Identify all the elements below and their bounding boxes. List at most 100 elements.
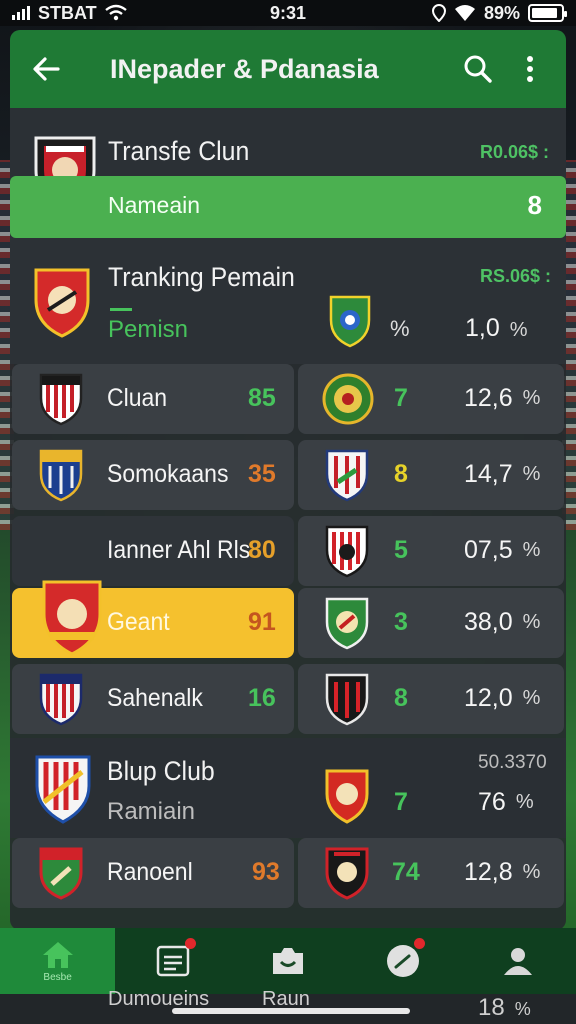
battery-percent: 89% [483, 2, 520, 23]
search-icon [464, 55, 492, 83]
club-crest-icon [34, 268, 90, 338]
club-crest-icon [39, 847, 83, 900]
table-row[interactable]: 8 12,0% [298, 664, 564, 734]
nav-camera[interactable] [230, 928, 345, 994]
search-button[interactable] [460, 51, 496, 87]
table-row[interactable]: 8 14,7% [298, 440, 564, 510]
club-name: Cluan [107, 384, 168, 412]
user-icon [504, 948, 533, 975]
pct-unit: % [522, 387, 541, 409]
club-pct: 14,7% [464, 460, 540, 489]
club-pct: 07,5% [464, 536, 540, 565]
table-row[interactable]: 5 07,5% [298, 516, 564, 586]
table-row[interactable]: 7 12,6% [298, 364, 564, 434]
ranking-section: Tranking Pemain RS.06$ : Pemisn % 1,0% [10, 238, 566, 364]
club-pct: 38,0% [464, 608, 540, 637]
club-crest-icon [325, 847, 369, 900]
back-arrow-icon [33, 57, 60, 81]
nav-stats[interactable] [346, 928, 461, 994]
club-crest-icon [39, 373, 83, 426]
ranking-title: Tranking Pemain [108, 262, 295, 292]
nav-news[interactable] [115, 928, 230, 994]
ranking-pct-value: 1,0 [465, 314, 500, 342]
more-vertical-icon [527, 56, 533, 82]
club-count: 91 [248, 608, 276, 636]
blup-pct-value: 76 [478, 788, 506, 816]
club-count: 16 [248, 684, 276, 712]
page-title: INepader & Pdanasia [110, 53, 379, 84]
gauge-icon [387, 945, 420, 977]
club-pct-value: 12,6 [464, 384, 513, 412]
home-icon [42, 941, 73, 968]
transfer-sub-label: Nameain [108, 192, 201, 218]
club-pct: 12,8% [464, 858, 540, 887]
carrier-label: STBAT [38, 2, 97, 23]
club-crest-icon [42, 580, 102, 656]
club-crest-icon [329, 295, 371, 348]
club-count: 85 [248, 384, 276, 412]
table-row[interactable]: Ianner Ahl Rls 80 [12, 516, 294, 586]
newspaper-icon [156, 945, 190, 977]
club-pct-value: 12,0 [464, 684, 513, 712]
table-row[interactable]: Sahenalk 16 [12, 664, 294, 734]
club-crest-icon [39, 449, 83, 502]
club-name: Ranoenl [107, 858, 193, 886]
blup-club-section[interactable]: Blup Club Ramiain 50.3370 7 76% [10, 738, 566, 838]
ranking-value: RS.06$ : [480, 266, 552, 286]
transfer-section[interactable]: Transfe Clun R0.06$ : Nameain 8 [10, 108, 566, 238]
clock: 9:31 [270, 2, 307, 23]
peek-value: 18% [478, 994, 531, 1022]
blup-sub-label: Ramiain [107, 798, 196, 825]
club-count: 80 [248, 536, 276, 564]
wifi-icon [104, 4, 127, 21]
club-rank: 8 [394, 684, 408, 712]
club-pct: 12,0% [464, 684, 540, 713]
notification-badge [185, 938, 197, 949]
club-crest-icon [39, 673, 83, 726]
nav-home-label: Besbe [43, 971, 72, 983]
table-row[interactable]: 3 38,0% [298, 588, 564, 658]
transfer-title: Transfe Clun [108, 136, 250, 166]
notification-badge [413, 938, 425, 949]
camera-icon [273, 948, 303, 974]
transfer-value: R0.06$ : [480, 142, 550, 162]
app-bar: INepader & Pdanasia [10, 30, 566, 108]
table-row[interactable]: Somokaans 35 [12, 440, 294, 510]
club-pct-value: 14,7 [464, 460, 513, 488]
club-crest-icon [325, 449, 369, 502]
transfer-highlight-row[interactable]: Nameain 8 [10, 176, 566, 238]
club-rank: 5 [394, 536, 408, 564]
main-panel: INepader & Pdanasia Transfe Clun R0.06$ … [10, 30, 566, 930]
pct-unit: % [514, 999, 531, 1019]
nav-profile[interactable] [461, 928, 576, 994]
blup-pct: 76% [478, 788, 534, 817]
blup-value: 50.3370 [478, 752, 547, 773]
pct-unit: % [515, 791, 534, 813]
club-name: Somokaans [107, 460, 229, 488]
more-menu-button[interactable] [512, 51, 548, 87]
club-crest-icon [325, 769, 369, 824]
club-name: Sahenalk [107, 684, 203, 712]
club-count: 35 [248, 460, 276, 488]
battery-icon [528, 4, 567, 22]
nav-home[interactable]: Besbe [0, 928, 116, 994]
club-rank: 7 [394, 384, 408, 412]
club-count: 93 [252, 858, 280, 886]
location-icon [431, 4, 446, 22]
table-row[interactable]: 74 12,8% [298, 838, 564, 908]
table-row[interactable]: Cluan 85 [12, 364, 294, 434]
pct-unit: % [522, 611, 541, 633]
club-rank: 74 [392, 858, 420, 886]
ranking-pct-mark: % [390, 316, 410, 341]
back-button[interactable] [28, 51, 64, 87]
club-name: Geant [107, 608, 170, 636]
table-row[interactable]: Ranoenl 93 [12, 838, 294, 908]
club-pct-value: 12,8 [464, 858, 513, 886]
club-crest-icon [35, 755, 91, 824]
wifi-icon [454, 5, 475, 21]
bottom-nav: Besbe [0, 928, 576, 994]
ranking-pct: 1,0% [465, 314, 528, 343]
home-indicator[interactable] [172, 1008, 410, 1014]
club-name: Ianner Ahl Rls [107, 536, 251, 564]
pct-unit: % [522, 463, 541, 485]
